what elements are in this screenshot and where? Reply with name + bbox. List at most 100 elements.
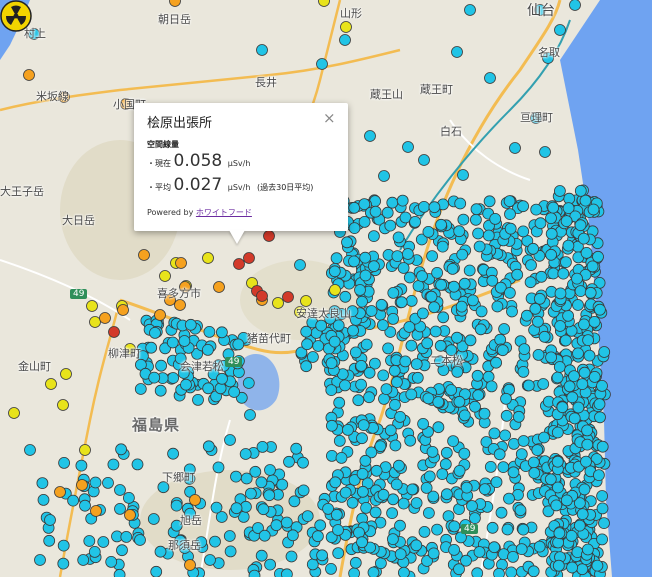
marker-low[interactable]	[405, 339, 418, 352]
marker-low[interactable]	[256, 440, 269, 453]
marker-low[interactable]	[377, 488, 390, 501]
marker-low[interactable]	[497, 461, 510, 474]
marker-low[interactable]	[545, 212, 557, 225]
marker-low[interactable]	[499, 429, 512, 442]
marker-low[interactable]	[346, 496, 359, 509]
marker-low[interactable]	[456, 248, 469, 261]
marker-low[interactable]	[411, 371, 424, 384]
marker-very-high[interactable]	[108, 326, 120, 338]
marker-low[interactable]	[370, 464, 383, 477]
marker-high[interactable]	[54, 486, 66, 498]
marker-low[interactable]	[201, 343, 214, 356]
marker-low[interactable]	[576, 563, 589, 576]
marker-low[interactable]	[495, 506, 508, 519]
marker-low[interactable]	[395, 296, 408, 309]
marker-low[interactable]	[494, 333, 507, 346]
marker-low[interactable]	[451, 46, 463, 58]
marker-low[interactable]	[535, 270, 548, 283]
marker-low[interactable]	[574, 184, 587, 197]
marker-low[interactable]	[232, 338, 245, 351]
marker-low[interactable]	[369, 205, 382, 218]
marker-low[interactable]	[588, 315, 601, 328]
marker-low[interactable]	[504, 222, 517, 235]
marker-low[interactable]	[560, 494, 573, 507]
marker-low[interactable]	[577, 232, 590, 245]
marker-low[interactable]	[170, 499, 183, 512]
marker-low[interactable]	[583, 349, 596, 362]
marker-low[interactable]	[294, 259, 306, 271]
marker-low[interactable]	[240, 472, 253, 485]
marker-low[interactable]	[367, 260, 380, 273]
marker-low[interactable]	[457, 213, 470, 226]
marker-low[interactable]	[122, 491, 135, 504]
marker-low[interactable]	[483, 195, 496, 208]
marker-low[interactable]	[330, 252, 343, 265]
marker-low[interactable]	[339, 486, 352, 499]
marker-low[interactable]	[463, 264, 476, 277]
marker-low[interactable]	[403, 321, 416, 333]
marker-low[interactable]	[224, 434, 236, 446]
marker-low[interactable]	[503, 492, 515, 505]
marker-low[interactable]	[582, 543, 594, 556]
marker-low[interactable]	[97, 536, 110, 548]
marker-low[interactable]	[364, 130, 376, 142]
marker-low[interactable]	[418, 526, 431, 538]
marker-low[interactable]	[473, 546, 486, 558]
marker-low[interactable]	[83, 535, 96, 547]
marker-low[interactable]	[578, 366, 591, 379]
marker-low[interactable]	[527, 456, 540, 469]
marker-low[interactable]	[503, 286, 516, 299]
marker-low[interactable]	[203, 325, 216, 338]
marker-low[interactable]	[384, 219, 397, 232]
marker-low[interactable]	[314, 519, 327, 532]
marker-low[interactable]	[554, 185, 566, 197]
marker-low[interactable]	[466, 294, 479, 307]
marker-low[interactable]	[215, 326, 228, 339]
marker-low[interactable]	[469, 400, 481, 413]
marker-mid[interactable]	[57, 399, 69, 411]
marker-low[interactable]	[202, 382, 215, 395]
marker-low[interactable]	[437, 311, 450, 324]
marker-low[interactable]	[418, 154, 430, 166]
marker-very-high[interactable]	[282, 291, 294, 303]
marker-low[interactable]	[391, 250, 404, 263]
marker-low[interactable]	[386, 533, 399, 545]
marker-low[interactable]	[569, 0, 581, 11]
marker-low[interactable]	[503, 195, 516, 208]
marker-high[interactable]	[76, 479, 88, 491]
marker-low[interactable]	[300, 325, 313, 338]
marker-low[interactable]	[264, 558, 277, 571]
marker-low[interactable]	[352, 394, 365, 407]
marker-low[interactable]	[412, 280, 425, 292]
marker-high[interactable]	[154, 309, 166, 321]
marker-low[interactable]	[316, 549, 329, 562]
marker-low[interactable]	[392, 231, 405, 244]
marker-low[interactable]	[280, 516, 293, 529]
marker-low[interactable]	[387, 286, 400, 299]
marker-mid[interactable]	[272, 297, 284, 309]
marker-low[interactable]	[431, 266, 444, 279]
marker-low[interactable]	[517, 225, 530, 238]
marker-low[interactable]	[553, 527, 566, 539]
marker-low[interactable]	[472, 227, 485, 240]
marker-low[interactable]	[562, 239, 575, 252]
marker-low[interactable]	[428, 301, 441, 314]
marker-low[interactable]	[24, 444, 36, 456]
marker-low[interactable]	[410, 539, 423, 552]
marker-low[interactable]	[533, 540, 546, 553]
marker-low[interactable]	[507, 466, 520, 479]
marker-low[interactable]	[508, 437, 520, 450]
marker-low[interactable]	[397, 497, 410, 510]
marker-low[interactable]	[517, 365, 530, 378]
marker-low[interactable]	[445, 384, 458, 396]
marker-low[interactable]	[325, 357, 338, 370]
marker-high[interactable]	[169, 0, 181, 7]
marker-low[interactable]	[491, 300, 504, 313]
marker-low[interactable]	[192, 393, 204, 406]
marker-low[interactable]	[328, 265, 341, 278]
marker-low[interactable]	[565, 530, 578, 542]
marker-low[interactable]	[349, 556, 362, 569]
marker-low[interactable]	[454, 197, 467, 210]
marker-low[interactable]	[347, 324, 360, 337]
marker-low[interactable]	[506, 305, 518, 318]
